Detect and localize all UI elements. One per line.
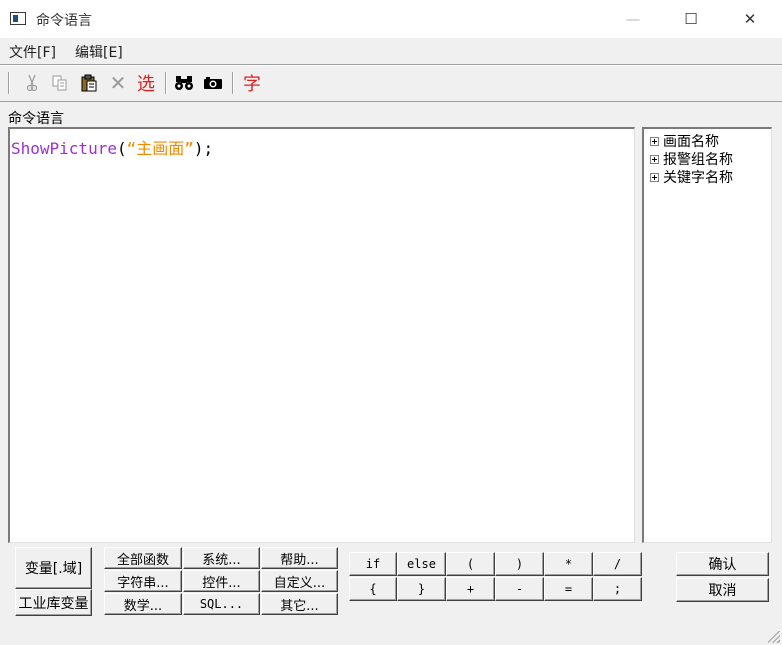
title-bar bbox=[0, 0, 782, 38]
tree-item-label: 画面名称 bbox=[663, 134, 719, 150]
string-button[interactable]: 字符串... bbox=[104, 570, 182, 592]
operator-plus-button[interactable]: + bbox=[446, 577, 495, 601]
operator-else-button[interactable]: else bbox=[397, 552, 446, 576]
operator-open-paren-button[interactable]: ( bbox=[446, 552, 495, 576]
operator-minus-button[interactable]: - bbox=[495, 577, 544, 601]
tree-item-label: 关键字名称 bbox=[663, 170, 733, 186]
operator-divide-button[interactable]: / bbox=[593, 552, 642, 576]
section-label: 命令语言 bbox=[8, 111, 64, 127]
scissors-icon bbox=[26, 74, 38, 92]
cancel-button[interactable]: 取消 bbox=[676, 578, 769, 602]
cut-button[interactable] bbox=[20, 70, 44, 96]
maximize-button[interactable]: ☐ bbox=[668, 0, 714, 38]
industrial-db-variable-button[interactable]: 工业库变量 bbox=[15, 589, 92, 616]
code-string: “主画面” bbox=[126, 139, 194, 158]
expand-icon[interactable] bbox=[650, 172, 659, 182]
sql-button[interactable]: SQL... bbox=[183, 593, 260, 615]
toolbar-separator-2 bbox=[232, 72, 234, 94]
minimize-button[interactable]: — bbox=[610, 0, 656, 38]
tree-item-alarm-groups[interactable]: 报警组名称 bbox=[650, 149, 733, 169]
help-button[interactable]: 帮助... bbox=[261, 547, 338, 569]
confirm-button[interactable]: 确认 bbox=[676, 552, 769, 576]
toolbar-separator bbox=[165, 72, 167, 94]
operator-close-paren-button[interactable]: ) bbox=[495, 552, 544, 576]
operator-close-brace-button[interactable]: } bbox=[397, 577, 446, 601]
expand-icon[interactable] bbox=[650, 154, 659, 164]
toolbar-grip bbox=[8, 72, 10, 94]
other-button[interactable]: 其它... bbox=[261, 593, 338, 615]
code-paren-open: ( bbox=[116, 139, 127, 158]
reference-tree[interactable] bbox=[642, 127, 772, 543]
find-button[interactable] bbox=[172, 70, 196, 96]
math-button[interactable]: 数学... bbox=[104, 593, 182, 615]
camera-button[interactable] bbox=[201, 70, 225, 96]
operator-multiply-button[interactable]: * bbox=[544, 552, 593, 576]
variable-field-button[interactable]: 变量[.域] bbox=[15, 547, 92, 589]
expand-icon[interactable] bbox=[650, 136, 659, 146]
tree-item-screens[interactable]: 画面名称 bbox=[650, 131, 719, 151]
copy-icon bbox=[52, 75, 67, 91]
copy-button[interactable] bbox=[48, 70, 72, 96]
control-button[interactable]: 控件... bbox=[183, 570, 260, 592]
menu-edit[interactable]: 编辑[E] bbox=[75, 42, 123, 62]
all-functions-button[interactable]: 全部函数 bbox=[104, 547, 182, 569]
operator-if-button[interactable]: if bbox=[349, 552, 397, 576]
toolbar-divider bbox=[0, 101, 782, 102]
app-icon bbox=[10, 12, 26, 25]
code-line: ShowPicture(“主画面”); bbox=[11, 135, 213, 159]
code-function: ShowPicture bbox=[11, 139, 117, 158]
operator-equals-button[interactable]: = bbox=[544, 577, 593, 601]
operator-semicolon-button[interactable]: ; bbox=[593, 577, 642, 601]
window-title: 命令语言 bbox=[36, 13, 92, 29]
code-editor[interactable] bbox=[8, 127, 635, 543]
paste-button[interactable] bbox=[77, 70, 101, 96]
clipboard-icon bbox=[81, 74, 97, 92]
binoculars-icon bbox=[175, 76, 193, 90]
select-button[interactable]: 选 bbox=[134, 70, 158, 96]
close-button[interactable]: ✕ bbox=[727, 0, 773, 38]
font-button[interactable]: 字 bbox=[240, 70, 264, 96]
custom-button[interactable]: 自定义... bbox=[261, 570, 338, 592]
menu-divider-highlight bbox=[0, 65, 782, 66]
resize-grip[interactable] bbox=[768, 631, 780, 643]
tree-item-keywords[interactable]: 关键字名称 bbox=[650, 167, 733, 187]
delete-button[interactable]: ✕ bbox=[106, 70, 130, 96]
operator-open-brace-button[interactable]: { bbox=[349, 577, 397, 601]
camera-icon bbox=[204, 77, 222, 89]
code-paren-close: ); bbox=[193, 139, 214, 158]
menu-file[interactable]: 文件[F] bbox=[9, 42, 56, 62]
system-button[interactable]: 系统... bbox=[183, 547, 260, 569]
tree-item-label: 报警组名称 bbox=[663, 152, 733, 168]
